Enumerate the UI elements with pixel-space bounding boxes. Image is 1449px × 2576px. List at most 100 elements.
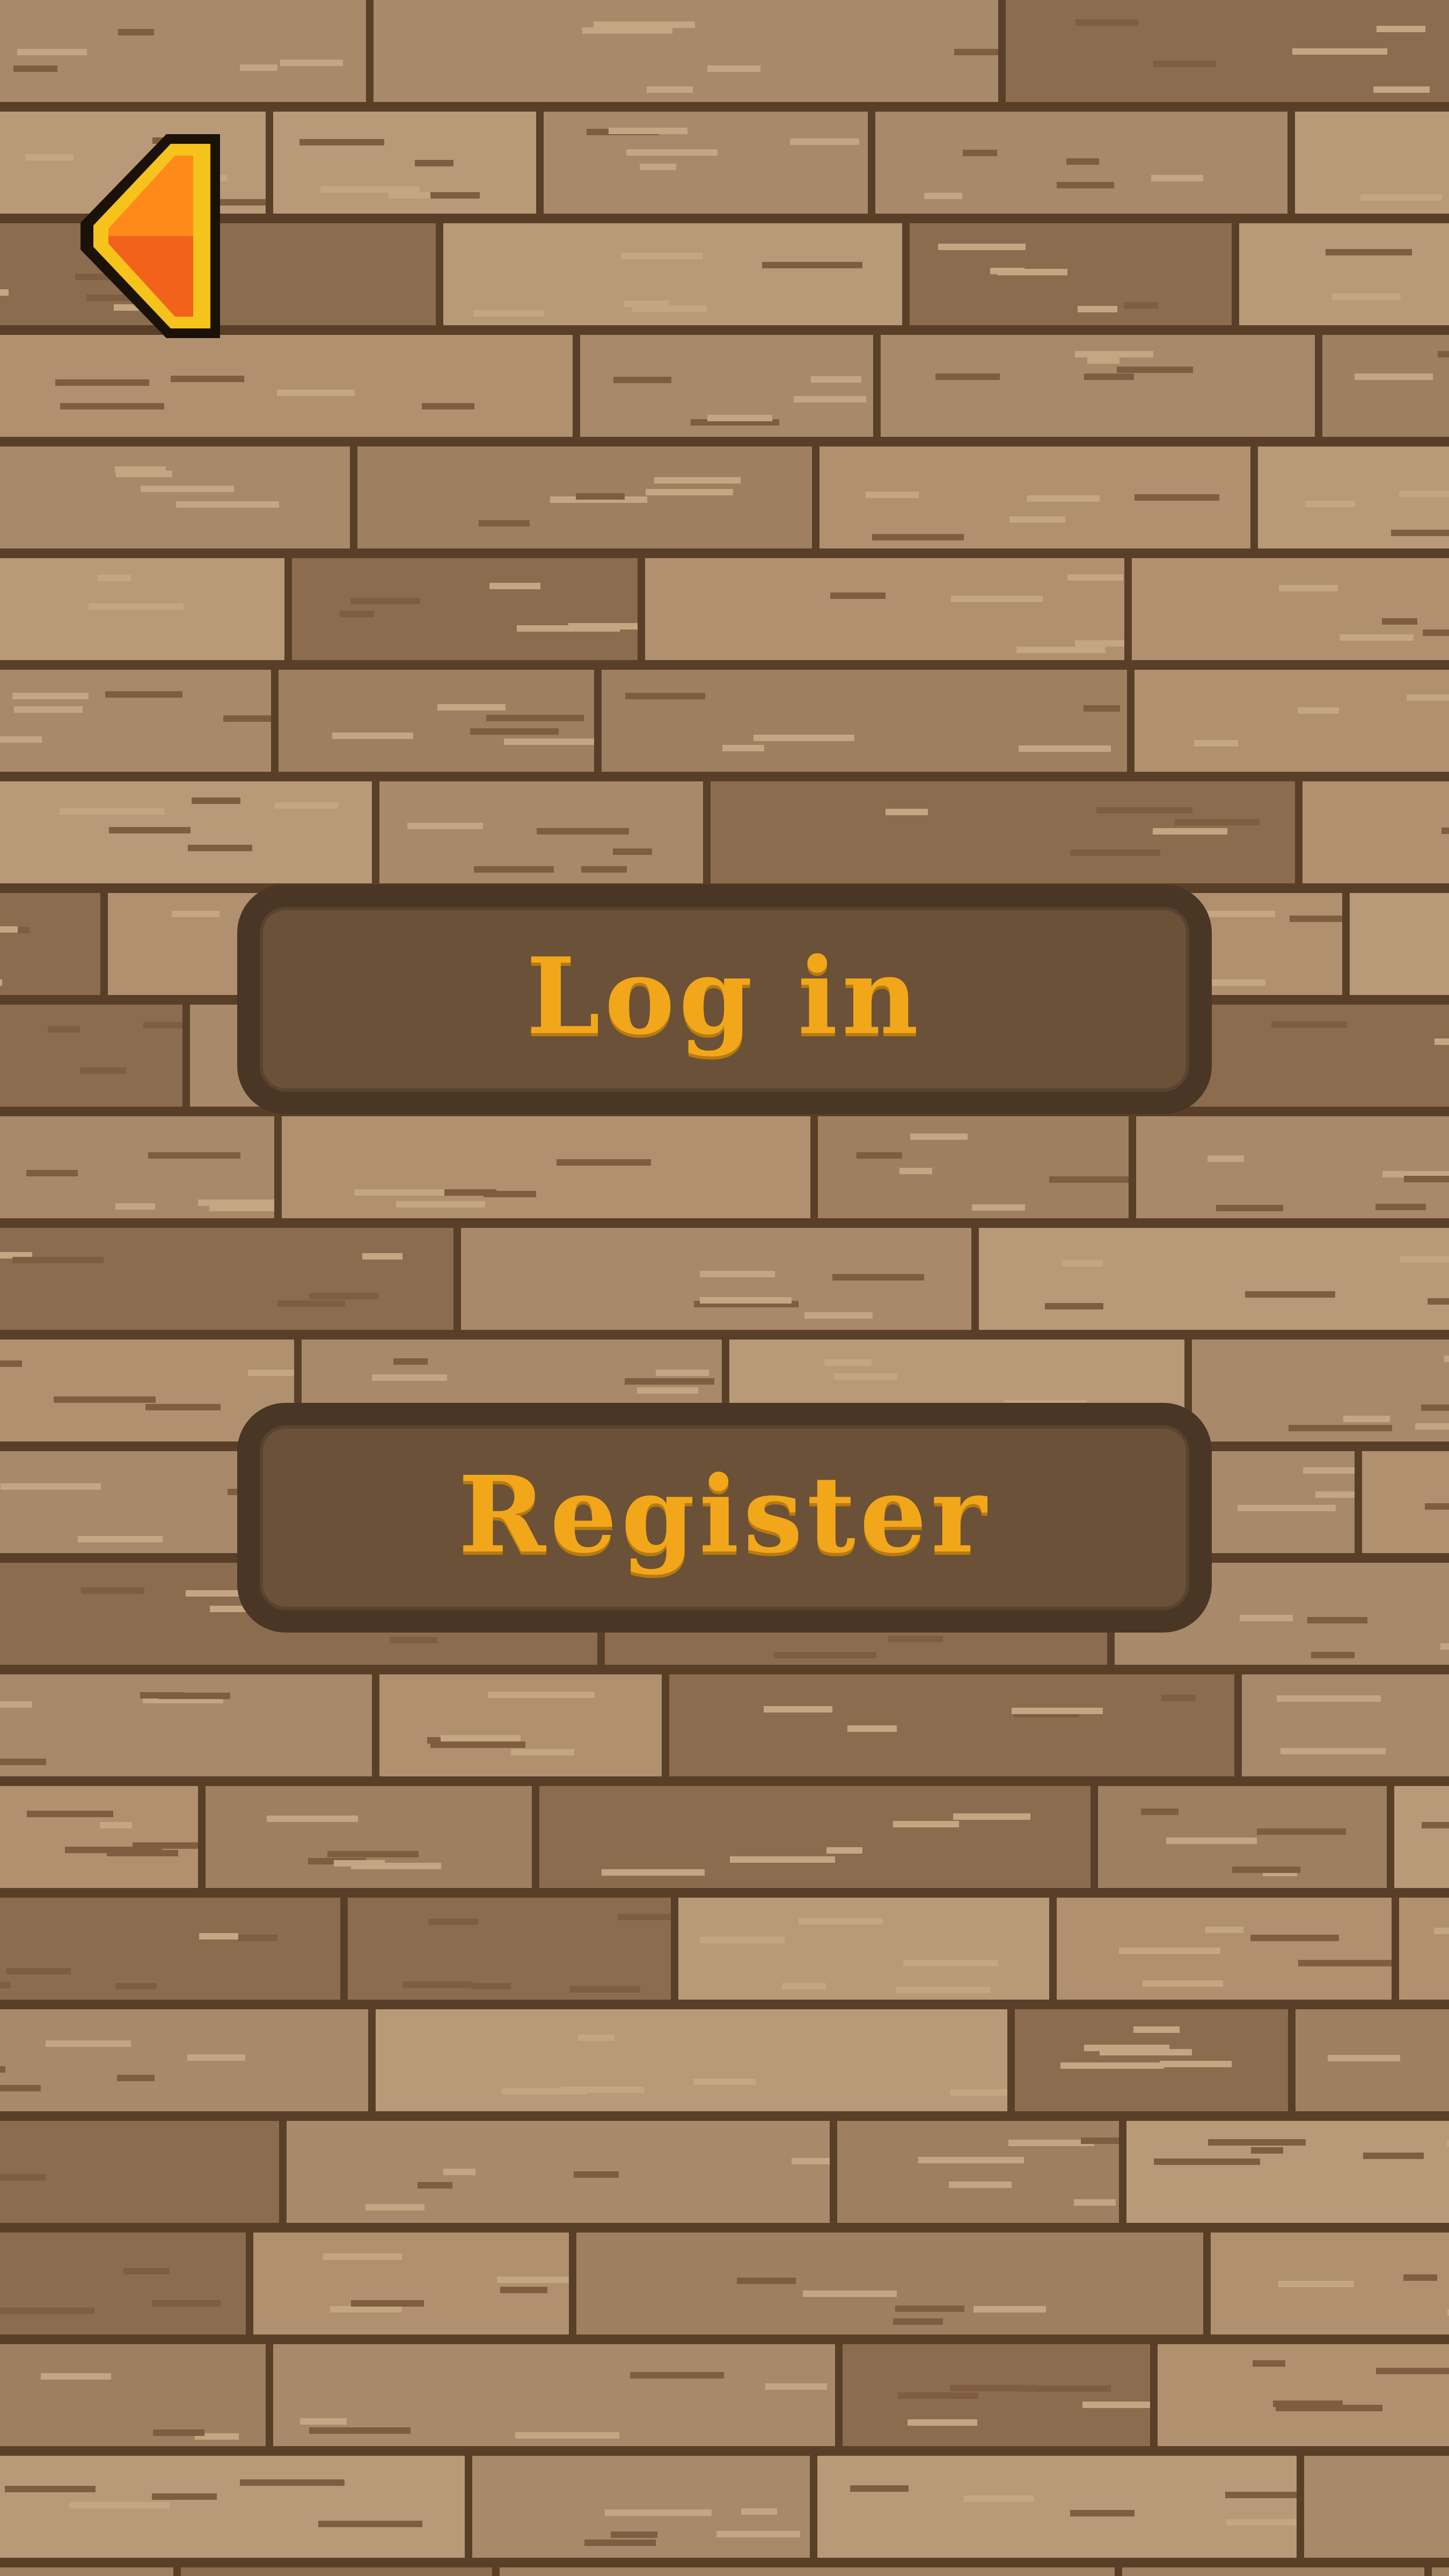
wood-grain [888,1636,943,1642]
wall-plank [0,2567,181,2576]
login-button[interactable]: Log in [237,884,1212,1114]
wall-plank [817,2456,1304,2559]
wall-plank [292,558,645,661]
wood-grain [1205,1927,1243,1933]
wood-grain [654,477,741,484]
wall-plank [0,335,580,438]
wooden-wall-background [0,0,1449,2576]
row-seam [0,772,1449,781]
wood-grain [1363,2153,1424,2159]
wood-grain [910,1133,968,1140]
wood-grain [1289,1425,1392,1431]
wood-grain [847,1725,897,1732]
wood-grain [0,1982,11,1988]
wood-grain [1434,1928,1449,1934]
wood-grain [794,396,866,402]
wall-plank [669,1674,1242,1777]
wood-grain [0,2174,46,2180]
wood-grain [240,64,277,71]
back-button[interactable] [70,129,231,343]
wood-grain [609,128,687,134]
wood-grain [1057,182,1114,188]
wood-grain [12,693,89,699]
wood-grain [1328,2055,1400,2061]
wall-plank [818,1116,1136,1219]
wood-grain [199,1933,238,1940]
wood-grain [1084,705,1120,712]
wood-grain [935,374,1000,380]
wood-grain [46,2040,131,2047]
wood-grain [1194,740,1238,747]
wood-grain [1403,2274,1437,2281]
wood-grain [1074,2199,1116,2206]
wood-grain [500,2287,547,2293]
wood-grain [1208,2139,1306,2146]
wood-grain [602,1869,705,1876]
wall-plank [1362,1451,1449,1554]
wall-plank [181,2567,500,2576]
wood-grain [0,2308,94,2314]
wood-grain [145,1404,221,1410]
wood-grain [826,1847,862,1854]
wood-grain [1435,1038,1449,1045]
wood-grain [0,1701,32,1708]
wood-grain [625,1378,714,1385]
wood-grain [895,2306,964,2312]
wall-plank [1242,1674,1449,1777]
wood-grain [107,1850,178,1856]
wood-grain [924,193,962,199]
wood-grain [832,1274,924,1280]
wood-grain [972,1204,1025,1211]
wood-grain [0,2085,41,2091]
wood-grain [1070,850,1160,856]
wood-grain [1166,1838,1257,1844]
wood-grain [1438,351,1449,357]
wall-plank [910,223,1239,326]
plank-texture [0,0,1449,2576]
wood-grain [1175,819,1260,825]
wood-grain [578,2035,614,2041]
wood-grain [1062,1260,1103,1267]
wood-grain [396,1201,485,1208]
wood-grain [700,1271,775,1277]
wood-grain [954,49,1004,55]
wall-plank [881,335,1322,438]
wood-grain [605,2509,712,2516]
wood-grain [81,1587,144,1594]
wood-grain [362,1253,402,1260]
wood-grain [1067,574,1123,581]
wood-grain [1280,1748,1386,1754]
wood-grain [1096,807,1192,814]
wall-plank [1399,1898,1449,2001]
wood-grain [1326,249,1412,255]
row-seam [0,1330,1449,1340]
row-seam [0,1218,1449,1228]
wood-grain [1135,494,1219,501]
wood-grain [13,65,57,72]
wood-grain [116,471,172,477]
wood-grain [1305,501,1355,507]
wood-grain [354,1189,444,1196]
wood-grain [153,2429,204,2436]
wood-grain [1082,2402,1155,2408]
wood-grain [192,797,240,804]
wall-plank [1350,893,1449,996]
wood-grain [1160,2061,1232,2067]
wood-grain [89,603,184,610]
wood-grain [899,1168,932,1174]
wall-plank [0,1228,461,1331]
wood-grain [1238,1505,1336,1511]
register-button[interactable]: Register [237,1403,1212,1633]
wood-grain [834,1373,897,1380]
wall-plank [1126,2121,1449,2224]
wood-grain [799,1918,883,1924]
wood-grain [1307,1617,1367,1623]
wood-grain [1292,48,1387,55]
wood-grain [267,1816,358,1822]
wood-grain [300,2418,347,2425]
wood-grain [1444,1356,1449,1362]
wood-grain [774,1652,876,1658]
wood-grain [1019,745,1111,752]
row-seam [0,2000,1449,2009]
wood-grain [1253,2360,1285,2367]
